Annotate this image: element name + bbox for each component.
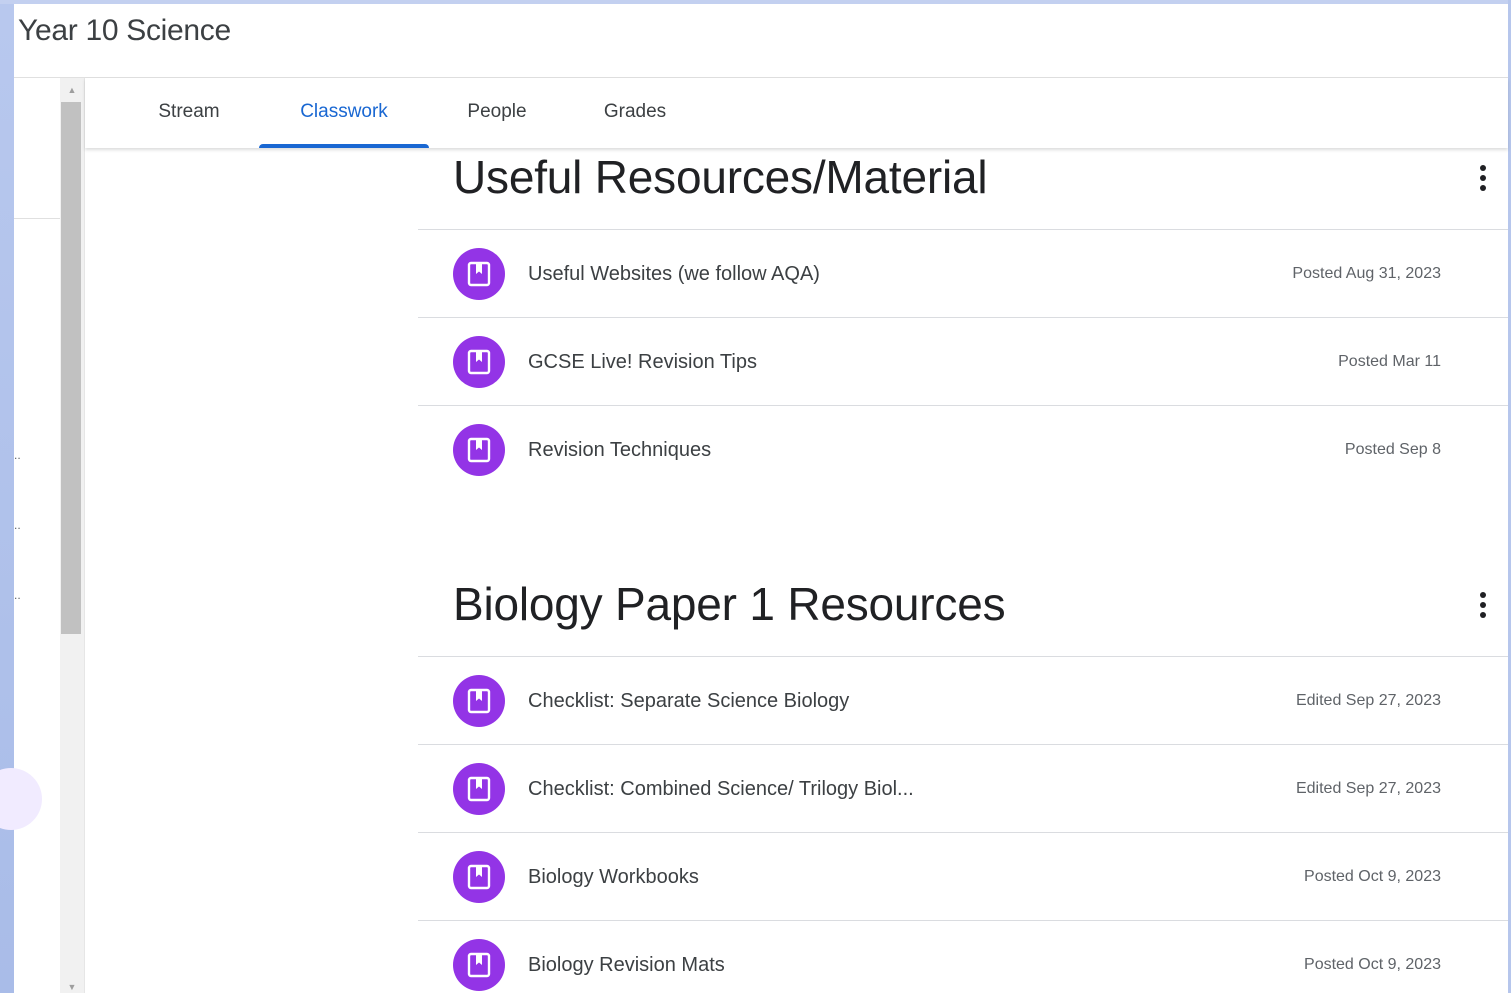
tab-classwork[interactable]: Classwork — [259, 78, 429, 148]
material-icon — [453, 939, 505, 991]
item-title: Checklist: Separate Science Biology — [528, 690, 850, 712]
list-item[interactable]: Revision Techniques Posted Sep 8 — [418, 406, 1508, 494]
app-window: Year 10 Science .. .. .. ▲ ▼ Stream Clas… — [0, 0, 1511, 993]
more-vert-icon[interactable] — [1471, 161, 1495, 195]
item-title: GCSE Live! Revision Tips — [528, 351, 757, 373]
topic-title[interactable]: Biology Paper 1 Resources — [453, 577, 1006, 631]
more-vert-icon[interactable] — [1471, 588, 1495, 622]
desktop-background-left — [0, 0, 14, 993]
left-nav-divider — [14, 218, 60, 219]
item-title: Biology Workbooks — [528, 866, 699, 888]
topic-title[interactable]: Useful Resources/Material — [453, 150, 988, 204]
item-date: Posted Oct 9, 2023 — [1304, 868, 1441, 885]
material-icon — [453, 248, 505, 300]
classwork-content: Useful Resources/Material Useful Website… — [85, 148, 1508, 993]
tab-grades[interactable]: Grades — [565, 78, 705, 148]
list-item[interactable]: GCSE Live! Revision Tips Posted Mar 11 — [418, 318, 1508, 406]
material-icon — [453, 675, 505, 727]
left-nav-truncated-item[interactable]: .. — [14, 449, 21, 461]
item-date: Edited Sep 27, 2023 — [1295, 692, 1441, 709]
list-item[interactable]: Checklist: Combined Science/ Trilogy Bio… — [418, 745, 1508, 833]
material-icon — [453, 424, 505, 476]
tab-label: Grades — [603, 101, 667, 122]
tab-bar: Stream Classwork People Grades — [85, 78, 1508, 148]
item-title: Useful Websites (we follow AQA) — [528, 263, 820, 285]
list-item[interactable]: Biology Revision Mats Posted Oct 9, 2023 — [418, 921, 1508, 993]
item-title: Revision Techniques — [528, 439, 712, 461]
left-nav-truncated-item[interactable]: .. — [14, 519, 21, 531]
tab-people[interactable]: People — [435, 78, 559, 148]
active-tab-indicator — [259, 144, 429, 148]
item-date: Posted Oct 9, 2023 — [1304, 956, 1441, 973]
nav-scrollbar[interactable]: ▲ ▼ — [60, 78, 85, 993]
item-date: Posted Aug 31, 2023 — [1292, 265, 1441, 282]
item-title: Checklist: Combined Science/ Trilogy Bio… — [528, 778, 914, 800]
scrollbar-thumb[interactable] — [61, 102, 81, 634]
scroll-up-arrow-icon[interactable]: ▲ — [60, 84, 84, 96]
tab-label: Classwork — [300, 101, 388, 122]
item-date: Posted Mar 11 — [1338, 353, 1441, 370]
scroll-down-arrow-icon[interactable]: ▼ — [60, 983, 84, 993]
left-nav-collapsed: .. .. .. — [0, 78, 60, 993]
material-icon — [453, 763, 505, 815]
class-header: Year 10 Science — [14, 4, 1508, 78]
class-title[interactable]: Year 10 Science — [18, 14, 231, 48]
material-icon — [453, 336, 505, 388]
left-nav-truncated-item[interactable]: .. — [14, 589, 21, 601]
list-item[interactable]: Useful Websites (we follow AQA) Posted A… — [418, 230, 1508, 318]
list-item[interactable]: Biology Workbooks Posted Oct 9, 2023 — [418, 833, 1508, 921]
list-item[interactable]: Checklist: Separate Science Biology Edit… — [418, 657, 1508, 745]
item-title: Biology Revision Mats — [528, 954, 725, 976]
item-date: Posted Sep 8 — [1344, 441, 1441, 458]
tab-stream[interactable]: Stream — [125, 78, 253, 148]
item-date: Edited Sep 27, 2023 — [1295, 780, 1441, 797]
tab-label: Stream — [158, 101, 220, 122]
tab-label: People — [467, 101, 527, 122]
avatar-partial — [0, 768, 42, 830]
material-icon — [453, 851, 505, 903]
